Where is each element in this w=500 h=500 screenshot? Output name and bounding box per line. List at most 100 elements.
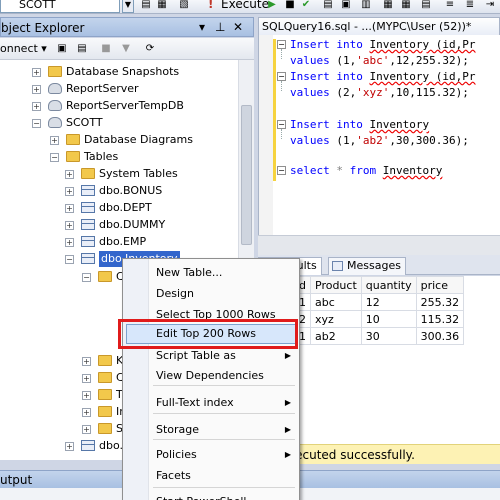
menu-separator [153, 487, 295, 488]
tree-node[interactable]: + dbo.DEPT [65, 200, 238, 216]
collapse-icon[interactable]: − [65, 255, 74, 264]
editor-results-splitter[interactable] [258, 235, 500, 255]
expand-icon[interactable]: + [32, 68, 41, 77]
menu-item[interactable]: Full-Text index [156, 394, 234, 412]
expand-icon[interactable]: + [65, 204, 74, 213]
identifier: Inventory (id,Pr [369, 38, 476, 51]
refresh-icon[interactable]: ⟳ [144, 43, 156, 55]
table-row[interactable]: 2 xyz 10 115.32 [294, 310, 465, 328]
column-header[interactable]: price [415, 276, 465, 294]
expand-icon[interactable]: + [32, 85, 41, 94]
connect-object-icon[interactable]: ▣ [56, 43, 68, 55]
database-icon[interactable]: ▤ [140, 0, 152, 11]
database-selector[interactable]: SCOTT [0, 0, 120, 13]
menu-item[interactable]: View Dependencies [156, 367, 264, 385]
sql-editor[interactable]: Insert into Inventory (id,Pr − values (1,'… [258, 35, 500, 235]
tree-node[interactable]: − Tables [50, 149, 238, 165]
collapse-icon[interactable]: − [82, 273, 91, 282]
tree-node[interactable]: + ReportServer [32, 81, 238, 97]
stop-icon[interactable]: ■ [284, 0, 296, 11]
menu-item[interactable]: Facets [156, 467, 191, 485]
display-plan-icon[interactable]: ▤ [322, 0, 334, 11]
tree-node[interactable]: + Database Diagrams [50, 132, 238, 148]
column-header[interactable]: quantity [360, 276, 417, 294]
table-cell[interactable]: 255.32 [415, 293, 465, 311]
debug-icon[interactable]: ▶ [266, 0, 278, 11]
table-cell[interactable]: 300.36 [415, 327, 465, 345]
tab-sqlquery16[interactable]: SQLQuery16.sql - ...(MYPC\User (52))* [258, 17, 500, 35]
collapse-icon[interactable]: − [277, 120, 286, 129]
column-header[interactable]: Product [310, 276, 362, 294]
table-cell[interactable]: 10 [360, 310, 417, 328]
query-icon[interactable]: ▦ [156, 0, 168, 11]
table-row[interactable]: 1 ab2 30 300.36 [294, 327, 465, 345]
identifier: Inventory (id,Pr [369, 70, 476, 83]
tree-node[interactable]: − SCOTT [32, 115, 238, 131]
expand-icon[interactable]: + [82, 357, 91, 366]
chevron-down-icon[interactable]: ▼ [122, 0, 134, 13]
collapse-icon[interactable]: − [50, 153, 59, 162]
tree-node[interactable]: + System Tables [65, 166, 238, 182]
tab-messages[interactable]: Messages [328, 257, 406, 275]
results-text-icon[interactable]: ▦ [382, 0, 394, 11]
filter-icon[interactable]: ▼ [120, 43, 132, 55]
expand-icon[interactable]: + [82, 391, 91, 400]
expand-icon[interactable]: + [32, 102, 41, 111]
menu-item[interactable]: Script Table as [156, 347, 236, 365]
tree-node[interactable]: + ReportServerTempDB [32, 98, 238, 114]
expand-icon[interactable]: + [82, 408, 91, 417]
results-grid-icon[interactable]: ▦ [400, 0, 412, 11]
comment-icon[interactable]: ≡ [444, 0, 456, 11]
expand-icon[interactable]: + [65, 187, 74, 196]
folder-icon [98, 406, 112, 417]
table-cell[interactable]: ab2 [310, 327, 362, 345]
disconnect-icon[interactable]: ▤ [76, 43, 88, 55]
folder-icon [66, 134, 80, 145]
collapse-icon[interactable]: − [277, 72, 286, 81]
table-cell[interactable]: abc [310, 293, 362, 311]
table-cell[interactable]: 115.32 [415, 310, 465, 328]
results-file-icon[interactable]: ▤ [420, 0, 432, 11]
table-cell[interactable]: 30 [360, 327, 417, 345]
tree-node-label: ReportServerTempDB [66, 99, 184, 112]
intellisense-icon[interactable]: ▥ [360, 0, 372, 11]
expand-icon[interactable]: + [82, 425, 91, 434]
dropdown-icon[interactable]: ▾ [199, 20, 205, 34]
code-line: Insert into Inventory (id,Pr [290, 69, 475, 85]
collapse-icon[interactable]: − [277, 40, 286, 49]
table-cell[interactable]: 12 [360, 293, 417, 311]
table-row[interactable]: 1 abc 12 255.32 [294, 293, 465, 311]
collapse-icon[interactable]: − [277, 166, 286, 175]
collapse-icon[interactable]: − [32, 119, 41, 128]
outline-guide [281, 49, 282, 59]
expand-icon[interactable]: + [82, 374, 91, 383]
parse-icon[interactable]: ✔ [300, 0, 312, 11]
tree-node[interactable]: + dbo.DUMMY [65, 217, 238, 233]
expand-icon[interactable]: + [50, 136, 59, 145]
menu-item[interactable]: Policies [156, 446, 197, 464]
expand-icon[interactable]: + [65, 221, 74, 230]
indent-icon[interactable]: ⇥ [484, 0, 496, 11]
tree-node[interactable]: + Database Snapshots [32, 64, 238, 80]
expand-icon[interactable]: + [65, 170, 74, 179]
expand-icon[interactable]: + [65, 238, 74, 247]
close-icon[interactable]: ✕ [233, 20, 243, 34]
query-options-icon[interactable]: ▣ [340, 0, 352, 11]
menu-item[interactable]: Storage [156, 421, 199, 439]
scrollbar-thumb[interactable] [241, 105, 252, 245]
keyword: values [290, 134, 337, 147]
stop-icon[interactable]: ■ [100, 43, 112, 55]
menu-item[interactable]: New Table... [156, 264, 222, 282]
tree-node[interactable]: + dbo.BONUS [65, 183, 238, 199]
main-toolbar: SCOTT ▼ ▤ ▦ ▧ ! Execute ▶ ■ ✔ ▤ ▣ ▥ ▦ ▦ ▤… [0, 0, 500, 14]
connect-button[interactable]: onnect ▾ [0, 42, 47, 55]
execute-button[interactable]: ! Execute [205, 0, 269, 13]
tree-node[interactable]: + dbo.EMP [65, 234, 238, 250]
report-icon[interactable]: ▧ [178, 0, 190, 11]
menu-item[interactable]: Design [156, 285, 194, 303]
uncomment-icon[interactable]: ≣ [464, 0, 476, 11]
pin-icon[interactable]: ⊥ [215, 20, 225, 34]
menu-item[interactable]: Start PowerShell [156, 493, 246, 500]
table-cell[interactable]: xyz [310, 310, 362, 328]
expand-icon[interactable]: + [65, 442, 74, 451]
